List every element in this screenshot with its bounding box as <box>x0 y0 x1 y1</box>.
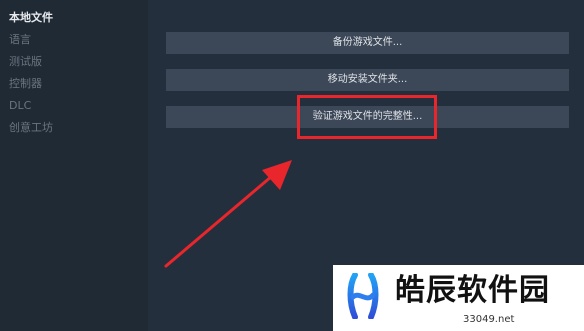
move-install-folder-button[interactable]: 移动安装文件夹... <box>166 69 569 91</box>
sidebar-item-controller[interactable]: 控制器 <box>9 77 42 91</box>
sidebar: 本地文件 语言 测试版 控制器 DLC 创意工坊 <box>0 0 148 331</box>
watermark: 皓辰软件园 33049.net <box>333 265 584 331</box>
backup-game-files-button[interactable]: 备份游戏文件... <box>166 32 569 54</box>
watermark-logo-icon <box>347 273 379 319</box>
highlight-box <box>297 95 437 139</box>
watermark-url: 33049.net <box>463 314 515 325</box>
sidebar-item-local-files[interactable]: 本地文件 <box>9 11 53 25</box>
sidebar-item-workshop[interactable]: 创意工坊 <box>9 121 53 135</box>
sidebar-item-betas[interactable]: 测试版 <box>9 55 42 69</box>
sidebar-item-dlc[interactable]: DLC <box>9 99 31 113</box>
sidebar-item-language[interactable]: 语言 <box>9 33 31 47</box>
watermark-name: 皓辰软件园 <box>395 273 550 308</box>
